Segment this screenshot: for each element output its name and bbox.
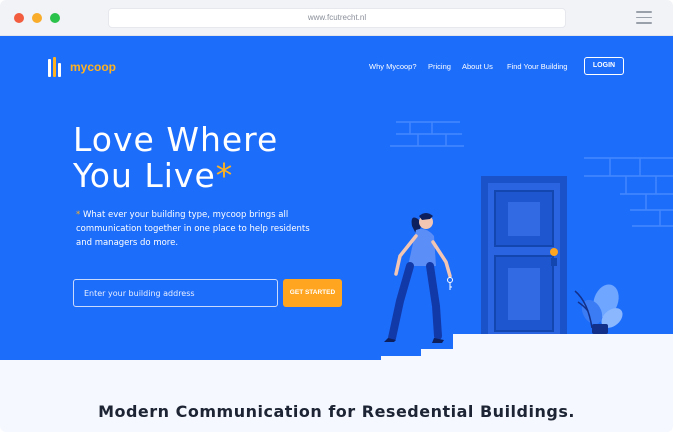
section-title: Modern Communication for Resedential Bui… — [98, 402, 575, 421]
url-text: www.fcutrecht.nl — [307, 13, 367, 22]
browser-window: www.fcutrecht.nl mycoop Why Mycoop? Pric… — [0, 0, 673, 432]
nav-why-mycoop[interactable]: Why Mycoop? — [369, 62, 417, 71]
headline-line-2: You Live — [73, 156, 216, 195]
login-button[interactable]: LOGIN — [584, 57, 624, 75]
logo-text: mycoop — [70, 60, 117, 74]
plant-illustration — [574, 284, 623, 334]
hero-headline: Love Where You Live* — [73, 122, 278, 194]
hero-description: * What ever your building type, mycoop b… — [76, 208, 326, 250]
nav-about-us[interactable]: About Us — [462, 62, 493, 71]
woman-illustration — [384, 213, 453, 343]
browser-chrome: www.fcutrecht.nl — [0, 0, 673, 36]
logo-icon — [48, 57, 66, 77]
door-illustration — [481, 176, 567, 336]
description-text: What ever your building type, mycoop bri… — [76, 210, 310, 248]
hero-section: mycoop Why Mycoop? Pricing About Us Find… — [0, 36, 673, 376]
headline-line-1: Love Where — [73, 120, 279, 159]
content-section — [0, 360, 673, 432]
hero-illustration — [381, 121, 673, 376]
maximize-window-button[interactable] — [50, 13, 60, 23]
building-address-input[interactable] — [73, 279, 278, 307]
headline-asterisk: * — [215, 156, 234, 195]
get-started-button[interactable]: GET STARTED — [283, 279, 342, 307]
minimize-window-button[interactable] — [32, 13, 42, 23]
close-window-button[interactable] — [14, 13, 24, 23]
logo[interactable]: mycoop — [48, 56, 116, 78]
hamburger-menu-icon[interactable] — [636, 11, 652, 24]
address-bar[interactable]: www.fcutrecht.nl — [108, 8, 566, 28]
nav-find-your-building[interactable]: Find Your Building — [507, 62, 567, 71]
key-icon — [447, 277, 453, 290]
description-asterisk: * — [76, 210, 81, 220]
nav-pricing[interactable]: Pricing — [428, 62, 451, 71]
